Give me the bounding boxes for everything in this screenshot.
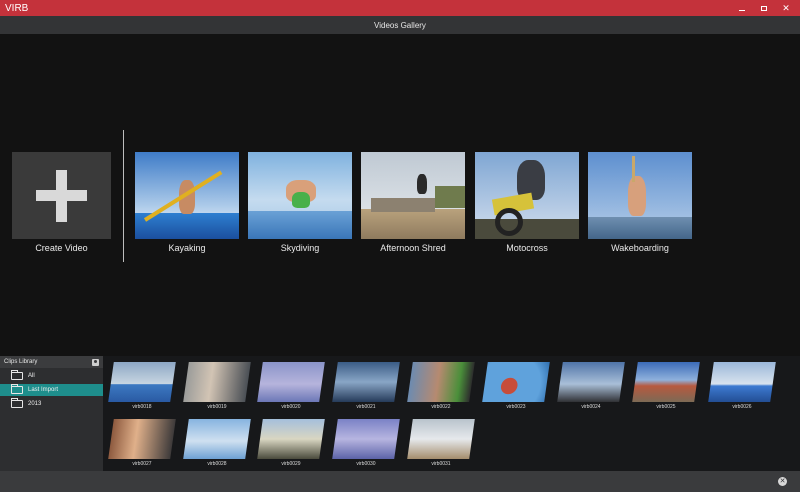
clip-name: virb0031 bbox=[431, 461, 451, 467]
clip-name: virb0021 bbox=[356, 404, 376, 410]
create-video-button[interactable] bbox=[12, 152, 111, 239]
gallery-divider bbox=[123, 130, 124, 262]
clip-thumbnail bbox=[108, 362, 176, 402]
clip-item[interactable]: virb0023 bbox=[482, 362, 550, 410]
clip-item[interactable]: virb0030 bbox=[332, 419, 400, 467]
close-circle-icon[interactable]: ✕ bbox=[778, 477, 787, 486]
folder-last-import[interactable]: Last Import bbox=[0, 384, 103, 396]
video-card-wakeboarding[interactable]: Wakeboarding bbox=[588, 152, 692, 253]
clip-thumbnail bbox=[557, 362, 625, 402]
clips-grid: virb0018 virb0019 virb0020 virb0021 virb… bbox=[103, 356, 800, 471]
video-title: Afternoon Shred bbox=[380, 243, 446, 253]
clip-thumbnail bbox=[708, 362, 776, 402]
clip-thumbnail bbox=[632, 362, 700, 402]
clip-name: virb0026 bbox=[732, 404, 752, 410]
clip-item[interactable]: virb0028 bbox=[183, 419, 251, 467]
video-thumbnail bbox=[475, 152, 579, 239]
clips-library-panel: Clips Library All Last Import 2013 bbox=[0, 356, 103, 471]
video-card-kayaking[interactable]: Kayaking bbox=[135, 152, 239, 253]
clips-library-title: Clips Library bbox=[4, 359, 38, 365]
video-title: Motocross bbox=[506, 243, 548, 253]
user-icon[interactable] bbox=[92, 358, 99, 366]
video-card-motocross[interactable]: Motocross bbox=[475, 152, 579, 253]
folder-open-icon bbox=[11, 384, 23, 394]
video-thumbnail bbox=[248, 152, 352, 239]
folder-icon bbox=[11, 398, 23, 408]
clip-name: virb0019 bbox=[207, 404, 227, 410]
clip-name: virb0020 bbox=[281, 404, 301, 410]
app-name: VIRB bbox=[5, 2, 29, 14]
video-title: Kayaking bbox=[168, 243, 206, 253]
clip-name: virb0025 bbox=[656, 404, 676, 410]
clip-item[interactable]: virb0022 bbox=[407, 362, 475, 410]
clip-item[interactable]: virb0026 bbox=[708, 362, 776, 410]
clip-item[interactable]: virb0021 bbox=[332, 362, 400, 410]
header-bar: Videos Gallery bbox=[0, 16, 800, 34]
title-bar: VIRB ✕ bbox=[0, 0, 800, 16]
clip-thumbnail bbox=[108, 419, 176, 459]
video-title: Skydiving bbox=[280, 243, 320, 253]
clip-thumbnail bbox=[183, 419, 251, 459]
folder-all[interactable]: All bbox=[0, 370, 103, 382]
clip-item[interactable]: virb0024 bbox=[557, 362, 625, 410]
videos-gallery: Create Video Kayaking Skydiving Afternoo… bbox=[0, 34, 800, 356]
create-video-label: Create Video bbox=[35, 243, 88, 253]
clip-item[interactable]: virb0031 bbox=[407, 419, 475, 467]
clip-thumbnail bbox=[257, 362, 325, 402]
clip-name: virb0030 bbox=[356, 461, 376, 467]
clip-thumbnail bbox=[482, 362, 550, 402]
clip-item[interactable]: virb0020 bbox=[257, 362, 325, 410]
clip-item[interactable]: virb0025 bbox=[632, 362, 700, 410]
close-icon: ✕ bbox=[782, 2, 790, 13]
clip-name: virb0029 bbox=[281, 461, 301, 467]
folder-icon bbox=[11, 370, 23, 380]
clip-thumbnail bbox=[332, 362, 400, 402]
folder-2013[interactable]: 2013 bbox=[0, 398, 103, 410]
folder-label: All bbox=[28, 373, 35, 379]
maximize-icon bbox=[761, 5, 767, 11]
clip-item[interactable]: virb0029 bbox=[257, 419, 325, 467]
clips-library-header: Clips Library bbox=[0, 356, 103, 368]
video-thumbnail bbox=[588, 152, 692, 239]
video-card-skydiving[interactable]: Skydiving bbox=[248, 152, 352, 253]
video-thumbnail bbox=[361, 152, 465, 239]
minimize-button[interactable] bbox=[734, 0, 750, 16]
folder-label: Last Import bbox=[28, 387, 59, 393]
folder-label: 2013 bbox=[28, 401, 42, 407]
video-title: Wakeboarding bbox=[611, 243, 669, 253]
clip-item[interactable]: virb0019 bbox=[183, 362, 251, 410]
clip-thumbnail bbox=[183, 362, 251, 402]
clip-name: virb0028 bbox=[207, 461, 227, 467]
clip-thumbnail bbox=[407, 362, 475, 402]
clip-thumbnail bbox=[407, 419, 475, 459]
clip-name: virb0018 bbox=[132, 404, 152, 410]
clip-name: virb0027 bbox=[132, 461, 152, 467]
clip-name: virb0022 bbox=[431, 404, 451, 410]
status-bar: ✕ bbox=[0, 471, 800, 492]
minimize-icon bbox=[739, 9, 745, 11]
video-card-afternoon-shred[interactable]: Afternoon Shred bbox=[361, 152, 465, 253]
clip-item[interactable]: virb0027 bbox=[108, 419, 176, 467]
video-thumbnail bbox=[135, 152, 239, 239]
clip-name: virb0023 bbox=[506, 404, 526, 410]
page-title: Videos Gallery bbox=[374, 20, 426, 30]
maximize-button[interactable] bbox=[756, 0, 772, 16]
clip-thumbnail bbox=[332, 419, 400, 459]
clip-thumbnail bbox=[257, 419, 325, 459]
clip-name: virb0024 bbox=[581, 404, 601, 410]
clip-item[interactable]: virb0018 bbox=[108, 362, 176, 410]
close-window-button[interactable]: ✕ bbox=[778, 0, 794, 16]
